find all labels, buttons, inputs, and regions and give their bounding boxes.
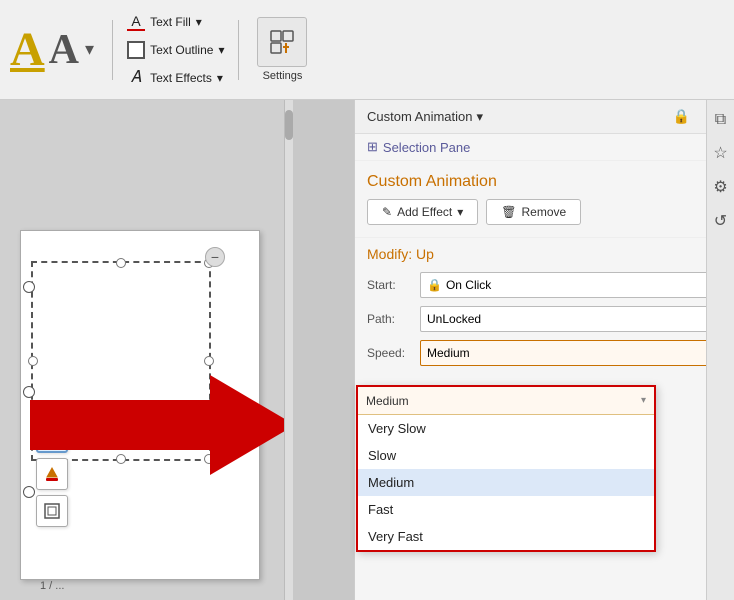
add-effect-arrow-icon: ▾ (457, 205, 463, 219)
pencil-icon (43, 428, 61, 446)
dropdown-item-very-slow[interactable]: Very Slow (358, 415, 654, 442)
settings-label: Settings (263, 70, 303, 82)
history-icon[interactable]: ↺ (711, 208, 730, 234)
handle-right-mid[interactable] (204, 356, 214, 366)
page-indicator: 1 / ... (40, 580, 64, 592)
dropdown-item-fast[interactable]: Fast (358, 496, 654, 523)
fill-button[interactable] (36, 458, 68, 490)
panel-header: Custom Animation ▾ 🔒 ✕ (355, 100, 734, 134)
path-label: Path: (367, 312, 412, 326)
sliders-icon[interactable]: ⚙ (710, 174, 730, 200)
selection-pane-icon: ⊞ (367, 139, 378, 155)
remove-button[interactable]: 🗑 Remove (486, 199, 581, 225)
start-row: Start: 🔒 On Click ▾ (367, 272, 722, 298)
text-effects-button[interactable]: 𝐴 Text Effects ▾ (121, 66, 230, 90)
text-icons-group: A A ▾ (10, 26, 94, 74)
selection-pane-button[interactable]: ⊞ Selection Pane (355, 134, 734, 161)
frame-icon (43, 502, 61, 520)
path-node-3 (23, 486, 35, 498)
lock-icon[interactable]: 🔒 (669, 106, 694, 127)
speed-select[interactable]: Medium ▾ (420, 340, 722, 366)
text-icon-gold: A (10, 26, 45, 74)
dropdown-header-text: Medium (366, 394, 409, 408)
path-select[interactable]: UnLocked ▾ (420, 306, 722, 332)
settings-wrench-icon (268, 28, 296, 56)
speed-row: Speed: Medium ▾ (367, 340, 722, 366)
handle-top-mid[interactable] (116, 258, 126, 268)
panel-scrollbar[interactable] (285, 100, 293, 600)
toolbar-divider (112, 20, 113, 80)
remove-label: Remove (521, 205, 566, 219)
handle-bottom-mid[interactable] (116, 454, 126, 464)
frame-button[interactable] (36, 495, 68, 527)
slide-panel: − (0, 100, 285, 600)
toolbar: A A ▾ A Text Fill ▾ A Text Outline ▾ 𝐴 T… (0, 0, 734, 100)
speed-value: Medium (427, 346, 710, 360)
deselect-icon[interactable]: − (205, 247, 225, 267)
panel-title-button[interactable]: Custom Animation ▾ (367, 109, 483, 125)
settings-group: Settings (257, 17, 307, 82)
custom-animation-heading: Custom Animation (355, 161, 734, 199)
text-fill-icon: A (127, 13, 145, 31)
slide-canvas: − (20, 230, 260, 580)
text-effects-arrow-icon: ▾ (217, 71, 223, 85)
handle-bottom-right[interactable] (204, 454, 214, 464)
text-effects-label: Text Effects (150, 71, 212, 85)
start-value: On Click (442, 278, 710, 292)
path-node-1 (23, 281, 35, 293)
action-buttons-group: ✎ Add Effect ▾ 🗑 Remove (355, 199, 734, 237)
text-fill-arrow-icon: ▾ (196, 15, 202, 29)
slide-icons-column (36, 421, 68, 527)
path-row: Path: UnLocked ▾ (367, 306, 722, 332)
copy-icon[interactable]: ⧉ (712, 108, 729, 132)
text-effects-icon: 𝐴 (127, 69, 145, 87)
pencil-button[interactable] (36, 421, 68, 453)
text-fill-button[interactable]: A Text Fill ▾ (121, 10, 230, 34)
dropdown-header-arrow-icon: ▾ (641, 395, 646, 406)
dropdown-arrow-icon[interactable]: ▾ (85, 39, 94, 60)
add-effect-icon: ✎ (382, 205, 392, 219)
add-effect-label: Add Effect (397, 205, 452, 219)
speed-dropdown: Medium ▾ Very Slow Slow Medium Fast Very… (356, 385, 656, 552)
text-outline-button[interactable]: A Text Outline ▾ (121, 38, 230, 62)
start-select[interactable]: 🔒 On Click ▾ (420, 272, 722, 298)
speed-label: Speed: (367, 346, 412, 360)
right-icons-bar: ⧉ ☆ ⚙ ↺ (706, 100, 734, 600)
panel-title-text: Custom Animation (367, 109, 473, 124)
handle-left-mid[interactable] (28, 356, 38, 366)
dropdown-item-slow[interactable]: Slow (358, 442, 654, 469)
toolbar-buttons-group: A Text Fill ▾ A Text Outline ▾ 𝐴 Text Ef… (121, 10, 230, 90)
star-icon[interactable]: ☆ (710, 140, 730, 166)
fill-icon (43, 465, 61, 483)
scrollbar-thumb[interactable] (285, 110, 293, 140)
settings-button[interactable] (257, 17, 307, 67)
path-value: UnLocked (427, 312, 710, 326)
panel-title-arrow-icon: ▾ (477, 109, 484, 125)
text-outline-label: Text Outline (150, 43, 213, 57)
modify-section: Modify: Up Start: 🔒 On Click ▾ Path: UnL… (355, 237, 734, 382)
modify-title: Modify: Up (367, 246, 722, 262)
start-label: Start: (367, 278, 412, 292)
dropdown-header: Medium ▾ (358, 387, 654, 415)
toolbar-divider-2 (238, 20, 239, 80)
dropdown-item-medium[interactable]: Medium (358, 469, 654, 496)
dropdown-item-very-fast[interactable]: Very Fast (358, 523, 654, 550)
text-fill-label: Text Fill (150, 15, 191, 29)
selection-pane-label: Selection Pane (383, 140, 470, 155)
path-node-2 (23, 386, 35, 398)
text-outline-icon: A (127, 41, 145, 59)
remove-icon: 🗑 (501, 205, 516, 219)
add-effect-button[interactable]: ✎ Add Effect ▾ (367, 199, 478, 225)
start-select-icon: 🔒 (427, 278, 442, 292)
text-outline-arrow-icon: ▾ (218, 43, 224, 57)
text-icon-gray: A (49, 29, 79, 71)
